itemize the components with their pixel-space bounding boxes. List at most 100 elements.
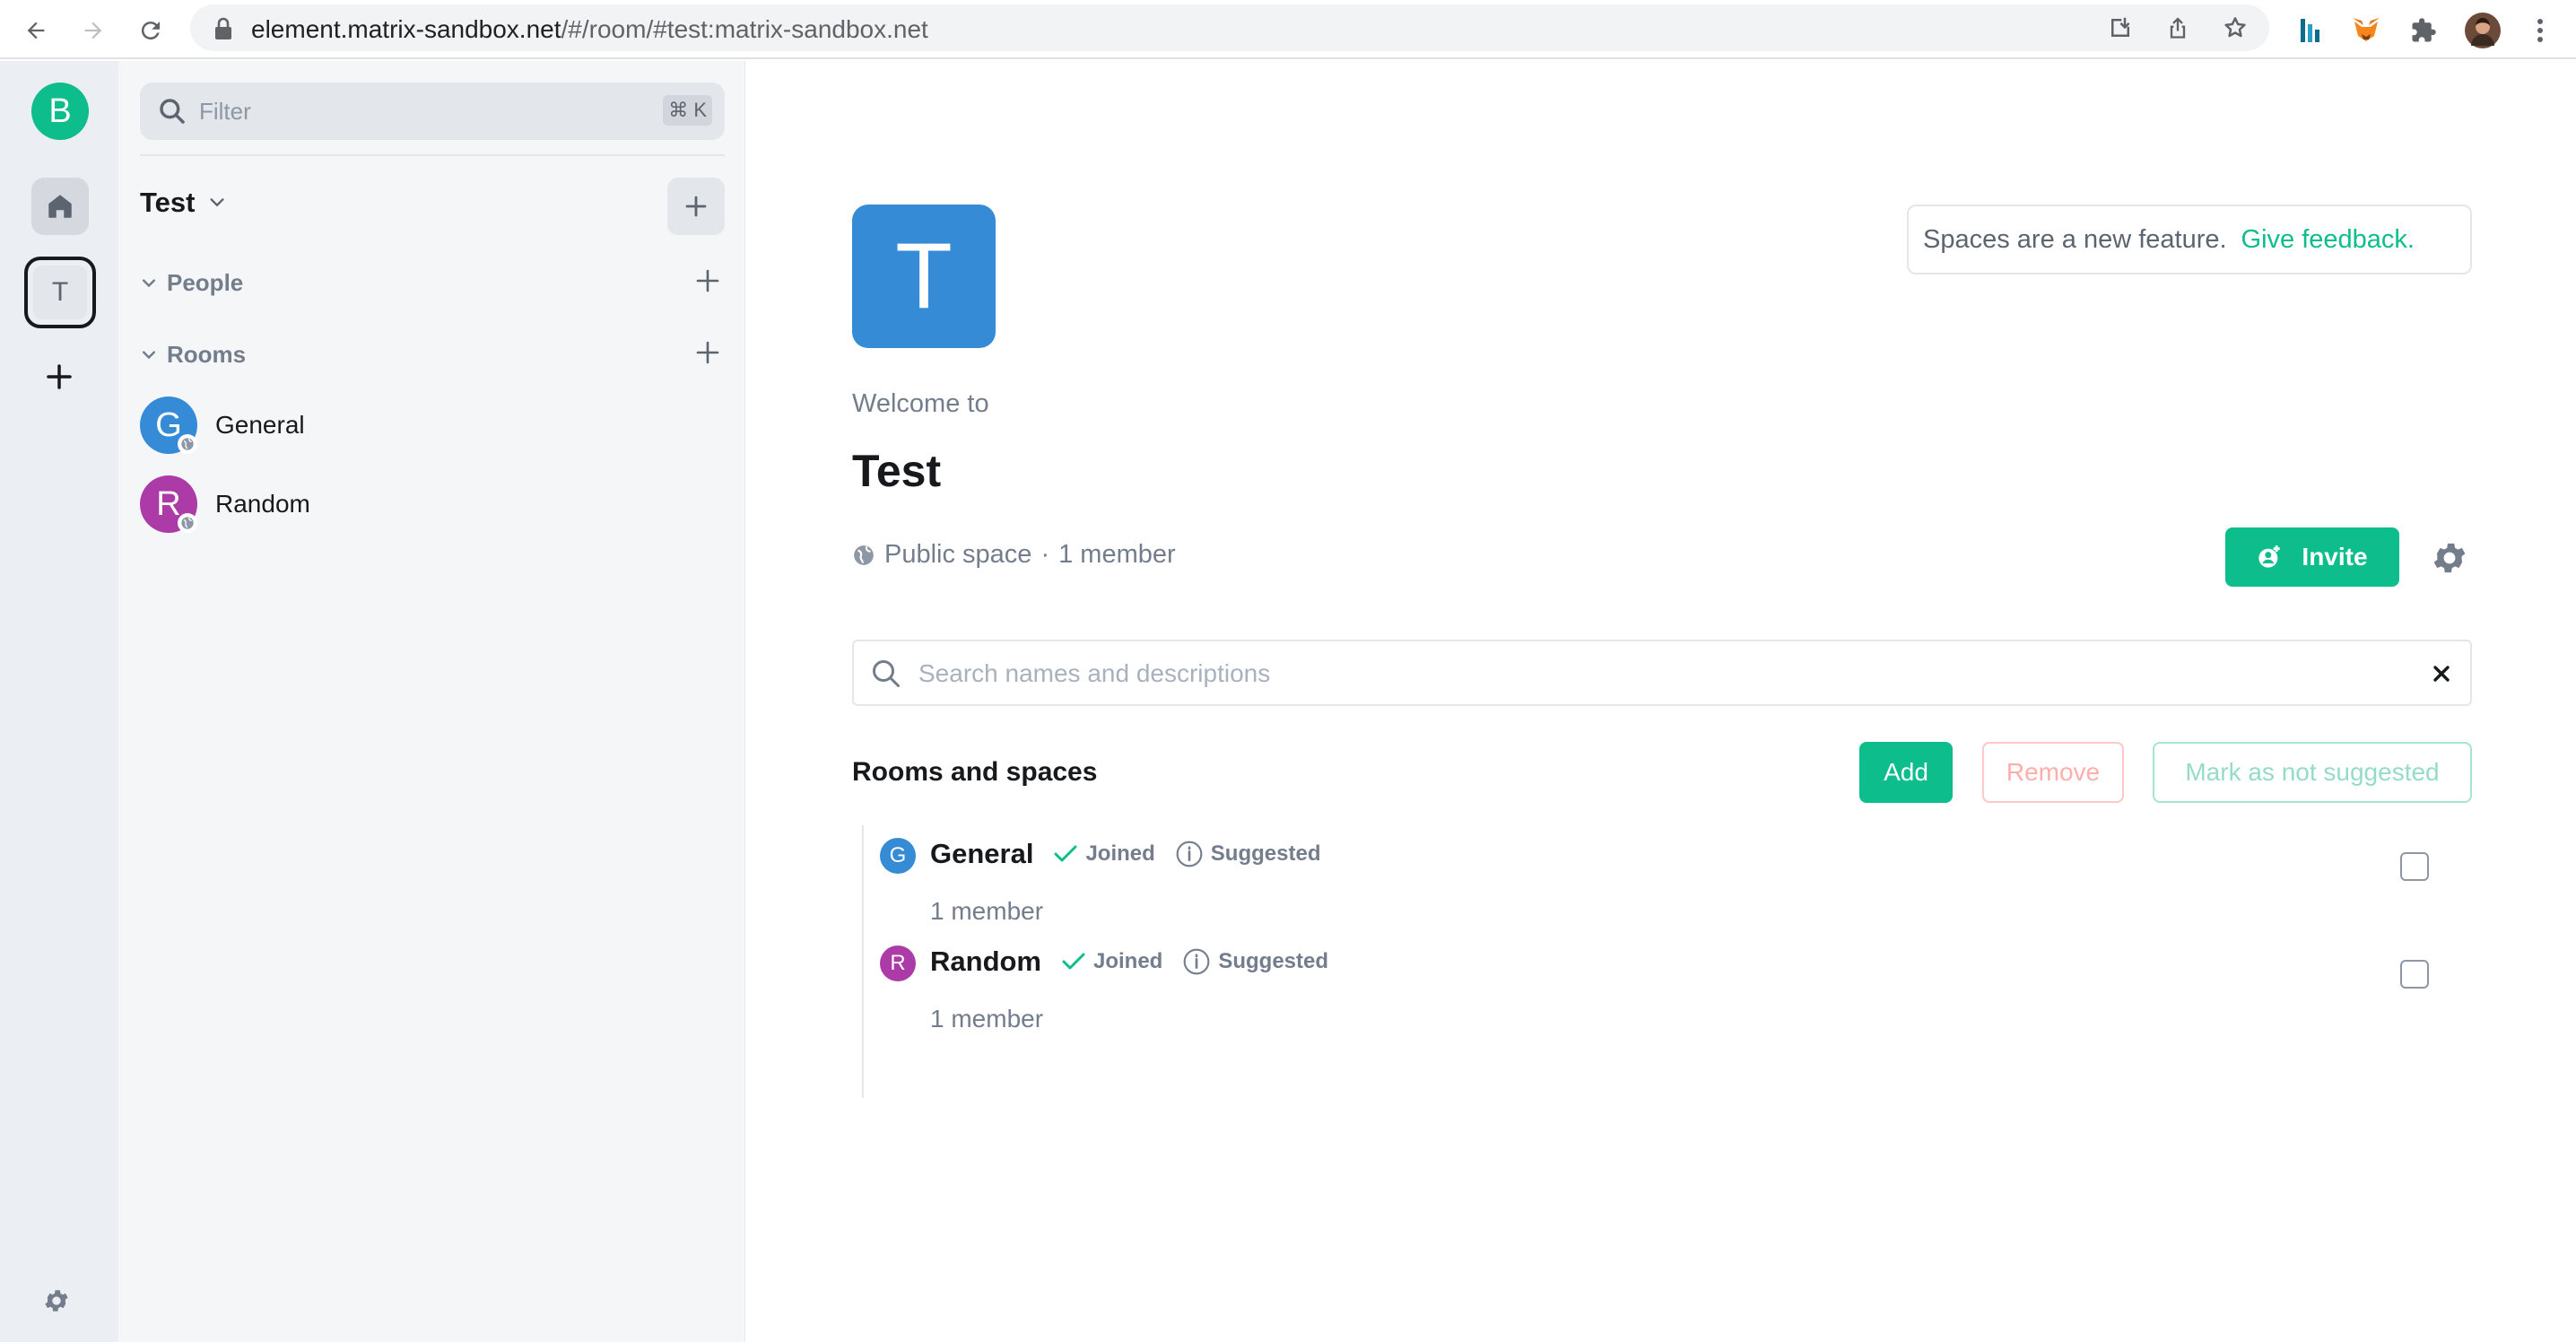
invite-person-icon	[2258, 545, 2281, 568]
joined-badge: Joined	[1061, 949, 1162, 974]
clear-search-icon[interactable]	[2431, 663, 2452, 684]
quick-settings-button[interactable]	[42, 1286, 71, 1315]
metamask-fox-icon[interactable]	[2346, 11, 2386, 50]
remove-button[interactable]: Remove	[1982, 742, 2124, 803]
mark-label: Mark as not suggested	[2185, 758, 2440, 786]
room-avatar-initial: R	[156, 484, 181, 523]
space-avatar: T	[852, 205, 996, 348]
browser-toolbar: element.matrix-sandbox.net/#/room/#test:…	[0, 0, 2576, 59]
url-text[interactable]: element.matrix-sandbox.net/#/room/#test:…	[251, 15, 928, 44]
mark-not-suggested-button[interactable]: Mark as not suggested	[2153, 742, 2472, 803]
room-item-general[interactable]: G General	[140, 396, 305, 454]
space-test-avatar: T	[33, 266, 87, 319]
meta-separator: ·	[1040, 540, 1050, 569]
space-avatar-initial: T	[895, 223, 953, 328]
space-test-initial: T	[51, 277, 69, 307]
space-visibility: Public space	[884, 540, 1032, 569]
space-panel: B T	[0, 61, 118, 1342]
reload-icon[interactable]	[131, 11, 170, 50]
chevron-down-icon	[142, 350, 156, 359]
add-person-button[interactable]	[696, 269, 719, 292]
check-icon	[1062, 953, 1085, 970]
public-globe-icon	[178, 434, 197, 454]
room-avatar-initial: R	[890, 951, 906, 975]
space-test-button[interactable]: T	[24, 257, 96, 328]
extension-bars-icon[interactable]	[2291, 11, 2330, 50]
section-rooms-header[interactable]: Rooms	[140, 341, 246, 369]
section-people-header[interactable]: People	[140, 269, 243, 297]
divider	[140, 154, 725, 156]
select-checkbox[interactable]	[2400, 960, 2429, 989]
space-settings-button[interactable]	[2430, 538, 2469, 578]
info-icon	[1176, 841, 1203, 867]
plus-icon	[696, 341, 719, 364]
public-globe-icon	[178, 513, 197, 533]
joined-badge: Joined	[1053, 841, 1155, 867]
invite-label: Invite	[2302, 543, 2368, 571]
feedback-text: Spaces are a new feature.	[1923, 224, 2227, 254]
extensions-puzzle-icon[interactable]	[2404, 11, 2443, 50]
gear-icon	[45, 1290, 68, 1312]
gear-icon	[2433, 543, 2466, 573]
filter-placeholder: Filter	[199, 98, 251, 125]
create-space-button[interactable]	[45, 362, 74, 391]
hierarchy-row-header: General Joined Suggested	[930, 838, 1320, 870]
add-label: Add	[1884, 758, 1928, 786]
space-member-count[interactable]: 1 member	[1058, 540, 1176, 570]
add-room-section-button[interactable]	[696, 341, 719, 364]
profile-avatar[interactable]	[2463, 11, 2502, 50]
select-checkbox[interactable]	[2400, 852, 2429, 881]
plus-icon	[696, 269, 719, 292]
room-avatar: G	[880, 838, 916, 874]
room-name: General	[215, 411, 305, 439]
forward-arrow-icon[interactable]	[74, 11, 113, 50]
browser-menu-icon[interactable]	[2520, 11, 2560, 50]
room-avatar: R	[880, 946, 916, 981]
hierarchy-row-random[interactable]: R Random Joined Suggested 1 member	[880, 946, 2472, 1053]
room-avatar-initial: G	[889, 843, 907, 867]
install-app-icon[interactable]	[2104, 12, 2137, 44]
space-home: T Spaces are a new feature. Give feedbac…	[745, 61, 2576, 1342]
room-member-count: 1 member	[930, 1005, 1044, 1033]
lock-icon[interactable]	[213, 17, 233, 40]
home-icon	[48, 195, 72, 218]
section-people-label: People	[167, 269, 244, 296]
user-avatar[interactable]: B	[31, 83, 89, 140]
room-name: General	[930, 838, 1034, 869]
feedback-banner: Spaces are a new feature. Give feedback.	[1907, 205, 2472, 274]
hierarchy-guide-line	[862, 825, 864, 1098]
room-avatar: R	[140, 475, 197, 533]
chevron-down-icon	[210, 198, 225, 207]
room-member-count: 1 member	[930, 897, 1044, 925]
add-room-button[interactable]	[667, 178, 725, 235]
give-feedback-link[interactable]: Give feedback.	[2241, 225, 2415, 255]
address-bar[interactable]: element.matrix-sandbox.net/#/room/#test:…	[190, 4, 2269, 51]
space-title: Test	[852, 446, 942, 496]
space-name-menu[interactable]: Test	[140, 187, 227, 219]
chevron-down-icon	[142, 278, 156, 287]
back-arrow-icon[interactable]	[16, 11, 56, 50]
globe-icon	[854, 545, 874, 565]
room-item-random[interactable]: R Random	[140, 475, 310, 533]
add-button[interactable]: Add	[1859, 742, 1953, 803]
search-icon	[160, 99, 185, 124]
hierarchy-search-input[interactable]: Search names and descriptions	[852, 640, 2472, 706]
search-icon	[873, 660, 900, 687]
invite-button[interactable]: Invite	[2225, 527, 2399, 587]
bookmark-star-icon[interactable]	[2219, 12, 2251, 44]
hierarchy-row-general[interactable]: G General Joined Suggested 1 member	[880, 838, 2472, 946]
user-avatar-initial: B	[48, 92, 72, 130]
room-list-panel: Filter ⌘ K Test People Rooms G General R	[118, 61, 745, 1342]
filter-input[interactable]: Filter ⌘ K	[140, 83, 725, 140]
search-placeholder: Search names and descriptions	[918, 659, 1271, 687]
remove-label: Remove	[2006, 758, 2101, 786]
section-rooms-label: Rooms	[167, 341, 247, 368]
filter-shortcut-badge: ⌘ K	[663, 95, 712, 126]
info-icon	[1183, 948, 1210, 975]
home-button[interactable]	[31, 178, 89, 235]
check-icon	[1054, 845, 1077, 862]
room-avatar: G	[140, 396, 197, 454]
space-meta: Public space · 1 member	[852, 540, 1176, 570]
share-icon[interactable]	[2162, 12, 2194, 44]
plus-icon	[685, 196, 707, 217]
